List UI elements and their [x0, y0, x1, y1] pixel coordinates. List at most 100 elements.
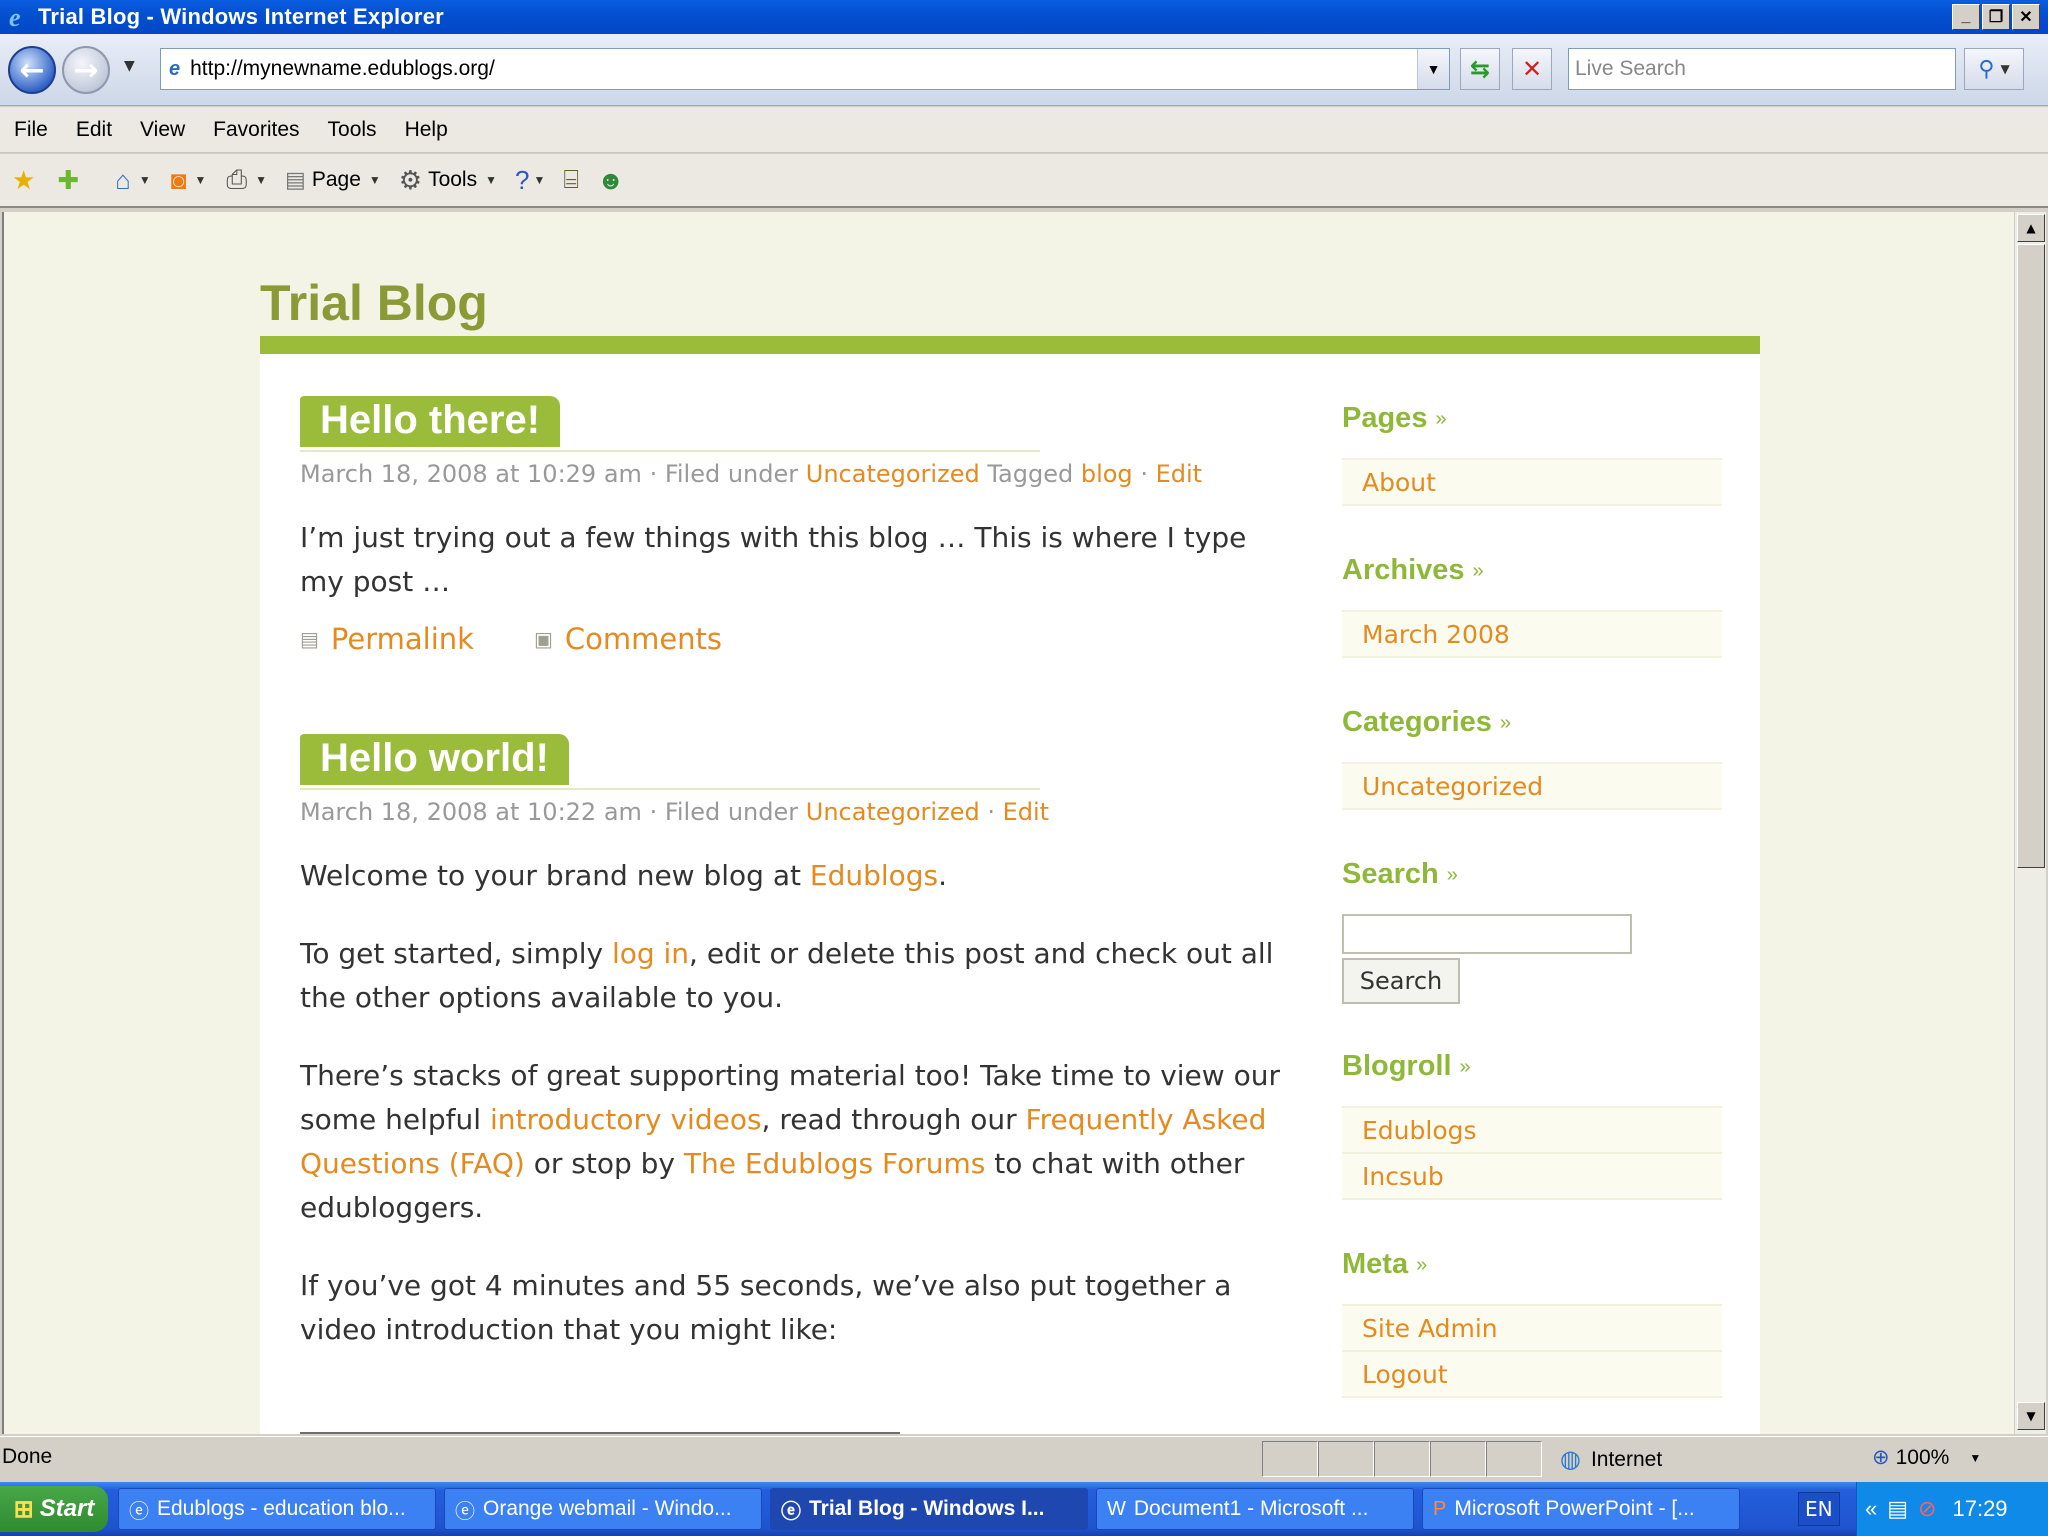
- back-button[interactable]: ←: [8, 46, 56, 94]
- address-dropdown-icon[interactable]: ▼: [1417, 49, 1449, 89]
- rss-icon: ◙: [170, 164, 187, 195]
- live-search-input[interactable]: Live Search: [1568, 48, 1956, 90]
- sidebar-heading-archives: Archives »: [1342, 554, 1484, 587]
- menu-file[interactable]: File: [0, 118, 62, 142]
- start-button[interactable]: ⊞ Start: [0, 1486, 108, 1532]
- down-arrow-icon: ▼: [2026, 1409, 2036, 1423]
- sidebar-item-march-2008[interactable]: March 2008: [1342, 610, 1722, 658]
- close-button[interactable]: ✕: [2012, 4, 2040, 30]
- post-title-hello-world[interactable]: Hello world!: [300, 734, 569, 785]
- taskbar-item-word-document[interactable]: W Document1 - Microsoft ...: [1096, 1488, 1414, 1530]
- sidebar-item-uncategorized[interactable]: Uncategorized: [1342, 762, 1722, 810]
- sidebar-item-about[interactable]: About: [1342, 458, 1722, 506]
- add-favorite-button[interactable]: ✚: [57, 165, 79, 196]
- status-text: Done: [2, 1445, 53, 1468]
- sidebar-search-button[interactable]: Search: [1342, 958, 1460, 1004]
- minimize-button[interactable]: _: [1952, 4, 1980, 30]
- menu-view[interactable]: View: [126, 118, 199, 142]
- language-indicator[interactable]: EN: [1798, 1492, 1840, 1526]
- menu-help[interactable]: Help: [391, 118, 462, 142]
- edit-link[interactable]: Edit: [1003, 798, 1049, 826]
- feeds-dropdown-icon[interactable]: ▼: [194, 173, 206, 187]
- feeds-button[interactable]: ◙ ▼: [171, 165, 207, 196]
- forums-link[interactable]: The Edublogs Forums: [684, 1147, 986, 1180]
- sidebar-search-input[interactable]: [1342, 914, 1632, 954]
- blogroll-link[interactable]: Edublogs: [1362, 1116, 1477, 1145]
- search-options-dropdown-icon[interactable]: ▼: [2000, 62, 2009, 76]
- sidebar-item-incsub[interactable]: Incsub: [1342, 1152, 1722, 1200]
- category-link[interactable]: Uncategorized: [806, 798, 980, 826]
- sidebar-item-logout[interactable]: Logout: [1342, 1350, 1722, 1398]
- site-admin-link[interactable]: Site Admin: [1362, 1314, 1498, 1343]
- status-pane: [1486, 1441, 1542, 1477]
- zoom-control[interactable]: ⊕ 100% ▼: [1872, 1445, 1981, 1470]
- post-title-hello-there[interactable]: Hello there!: [300, 396, 561, 447]
- category-link[interactable]: Uncategorized: [806, 460, 980, 488]
- restore-button[interactable]: ❐: [1982, 4, 2010, 30]
- scroll-down-button[interactable]: ▼: [2017, 1402, 2045, 1430]
- tag-link[interactable]: blog: [1081, 460, 1133, 488]
- refresh-button[interactable]: ⇆: [1460, 48, 1500, 90]
- comments-link[interactable]: Comments: [565, 622, 722, 656]
- edit-link[interactable]: Edit: [1156, 460, 1202, 488]
- home-dropdown-icon[interactable]: ▼: [139, 173, 151, 187]
- vertical-scrollbar[interactable]: ▲ ▼: [2014, 212, 2046, 1434]
- scroll-thumb[interactable]: [2017, 244, 2045, 868]
- archive-link[interactable]: March 2008: [1362, 620, 1510, 649]
- category-link[interactable]: Uncategorized: [1362, 772, 1543, 801]
- address-url[interactable]: http://mynewname.edublogs.org/: [190, 57, 495, 81]
- zoom-icon: ⊕: [1872, 1446, 1890, 1469]
- menu-tools[interactable]: Tools: [314, 118, 391, 142]
- star-icon: ★: [12, 164, 36, 195]
- print-dropdown-icon[interactable]: ▼: [255, 173, 267, 187]
- scroll-up-button[interactable]: ▲: [2017, 214, 2045, 242]
- menu-edit[interactable]: Edit: [62, 118, 126, 142]
- research-icon: ⌸: [563, 164, 579, 194]
- raquo-icon: »: [1416, 1253, 1428, 1276]
- home-button[interactable]: ⌂ ▼: [115, 165, 151, 196]
- taskbar-item-powerpoint[interactable]: P Microsoft PowerPoint - [...: [1422, 1488, 1740, 1530]
- ie-icon: ⓔ: [129, 1500, 149, 1523]
- page-viewport: Trial Blog Hello there! March 18, 2008 a…: [2, 212, 2014, 1434]
- print-button[interactable]: ⎙ ▼: [226, 164, 267, 196]
- menu-favorites[interactable]: Favorites: [199, 118, 313, 142]
- address-bar[interactable]: e http://mynewname.edublogs.org/ ▼: [160, 48, 1450, 90]
- tray-security-icon[interactable]: ⊘: [1918, 1496, 1936, 1522]
- log-in-link[interactable]: log in: [612, 937, 689, 970]
- taskbar-item-orange-webmail[interactable]: ⓔ Orange webmail - Windo...: [444, 1488, 762, 1530]
- recent-pages-dropdown-icon[interactable]: ▼: [124, 58, 135, 74]
- messenger-button[interactable]: ☻: [597, 165, 624, 196]
- research-button[interactable]: ⌸: [563, 164, 579, 196]
- stop-button[interactable]: ✕: [1512, 48, 1552, 90]
- tray-app-icon[interactable]: ▤: [1887, 1496, 1908, 1522]
- tray-expand-icon[interactable]: «: [1865, 1496, 1877, 1522]
- help-dropdown-icon[interactable]: ▼: [533, 173, 545, 187]
- introductory-videos-link[interactable]: introductory videos: [490, 1103, 762, 1136]
- sidebar-item-edublogs[interactable]: Edublogs: [1342, 1106, 1722, 1154]
- zoom-dropdown-icon[interactable]: ▼: [1969, 1451, 1981, 1465]
- help-icon: ?: [515, 164, 530, 195]
- forward-arrow-icon: →: [73, 52, 99, 88]
- status-pane: [1262, 1441, 1318, 1477]
- forward-button[interactable]: →: [62, 46, 110, 94]
- blog-title[interactable]: Trial Blog: [260, 274, 488, 332]
- page-menu-button[interactable]: ▤ Page ▼: [285, 167, 381, 193]
- logout-link[interactable]: Logout: [1362, 1360, 1448, 1389]
- blogroll-link[interactable]: Incsub: [1362, 1162, 1444, 1191]
- search-go-button[interactable]: ⚲ ▼: [1964, 48, 2024, 90]
- video-embed[interactable]: [300, 1432, 900, 1434]
- tools-menu-button[interactable]: ⚙ Tools ▼: [399, 165, 497, 196]
- security-zone[interactable]: ◍ Internet: [1560, 1445, 1662, 1474]
- help-button[interactable]: ? ▼: [515, 165, 545, 196]
- favorites-center-button[interactable]: ★: [12, 165, 35, 196]
- edublogs-link[interactable]: Edublogs: [810, 859, 938, 892]
- post-title-underline: [300, 450, 1040, 452]
- permalink-link[interactable]: Permalink: [331, 622, 474, 656]
- sidebar-item-site-admin[interactable]: Site Admin: [1342, 1304, 1722, 1352]
- tools-dropdown-icon[interactable]: ▼: [485, 173, 497, 187]
- taskbar-item-edublogs[interactable]: ⓔ Edublogs - education blo...: [118, 1488, 436, 1530]
- taskbar-item-trial-blog[interactable]: ⓔ Trial Blog - Windows I...: [770, 1488, 1088, 1530]
- blog-page: Hello there! March 18, 2008 at 10:29 am …: [260, 354, 1760, 1434]
- page-dropdown-icon[interactable]: ▼: [369, 173, 381, 187]
- about-link[interactable]: About: [1362, 468, 1436, 497]
